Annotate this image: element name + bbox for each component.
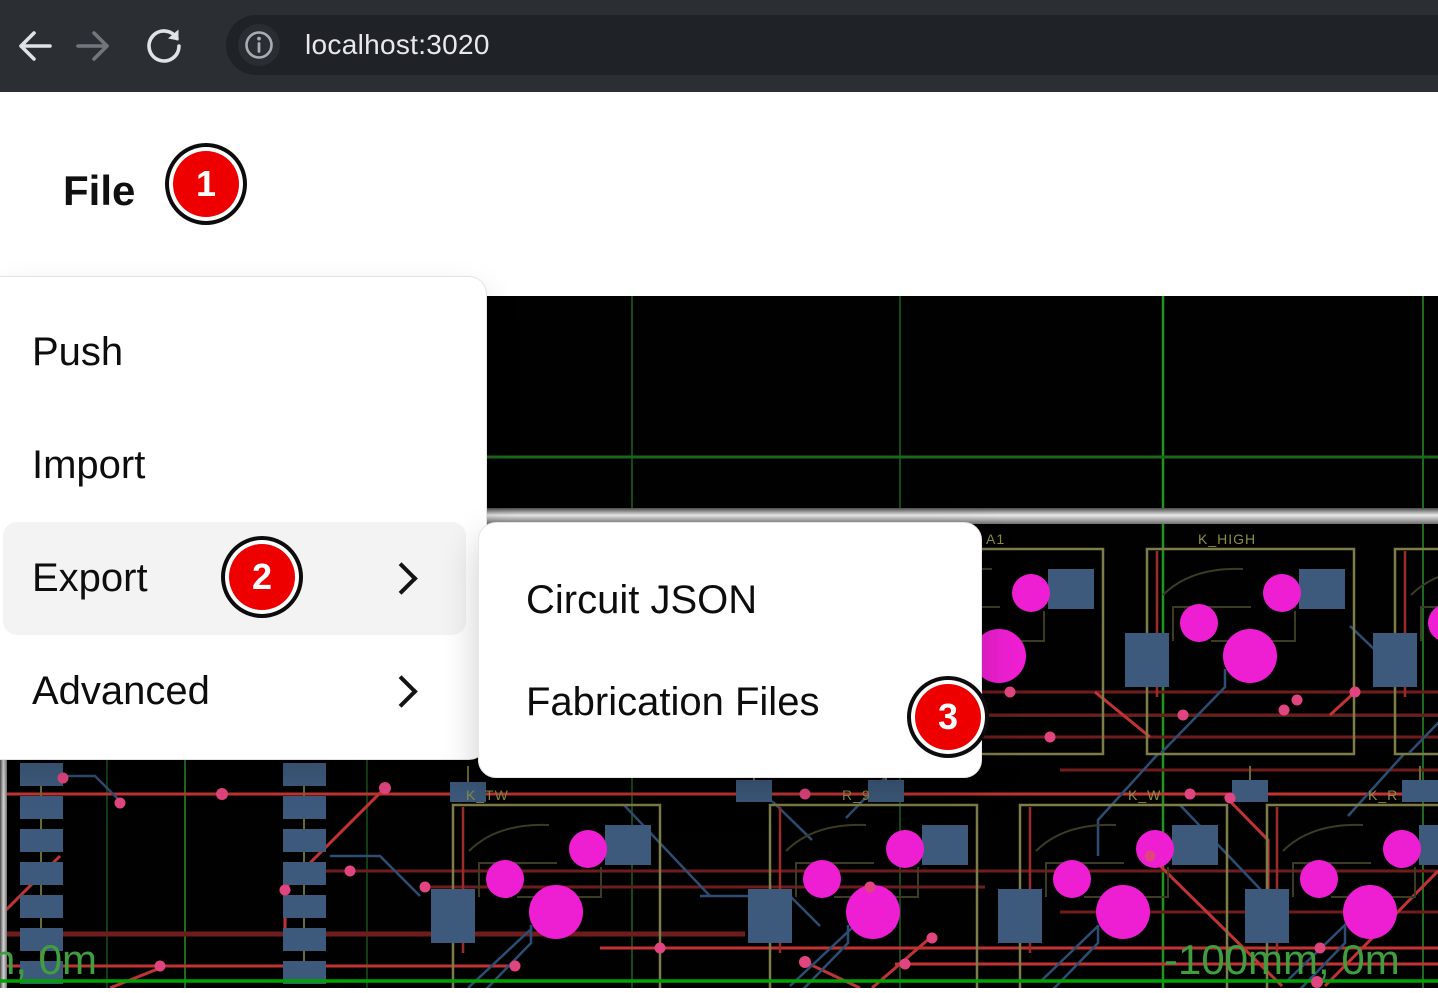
- menu-item-label: Export: [32, 556, 148, 601]
- footprint-label: R_9: [842, 787, 871, 803]
- footprint-label: K_W: [1128, 787, 1161, 803]
- footprint-label: K_HIGH: [1198, 531, 1256, 547]
- annotation-badge-1: 1: [173, 151, 239, 217]
- menu-item-label: Import: [32, 443, 145, 488]
- menu-item-push[interactable]: Push: [3, 296, 466, 409]
- menu-item-label: Push: [32, 330, 123, 375]
- back-button[interactable]: [8, 20, 60, 72]
- chevron-right-icon: [385, 675, 418, 708]
- submenu-item-circuit-json[interactable]: Circuit JSON: [479, 549, 981, 651]
- submenu-item-fabrication-files[interactable]: Fabrication Files: [479, 651, 981, 753]
- chevron-right-icon: [385, 562, 418, 595]
- submenu-item-label: Fabrication Files: [526, 680, 819, 725]
- url-text[interactable]: localhost:3020: [305, 29, 490, 61]
- site-info-button[interactable]: [238, 24, 280, 66]
- forward-button[interactable]: [68, 20, 120, 72]
- back-arrow-icon: [12, 24, 56, 68]
- export-submenu: Circuit JSON Fabrication Files: [478, 522, 982, 778]
- coordinate-label-left: n, 0m: [0, 936, 97, 983]
- menu-item-import[interactable]: Import: [3, 409, 466, 522]
- annotation-badge-2: 2: [229, 544, 295, 610]
- submenu-item-label: Circuit JSON: [526, 578, 757, 623]
- info-icon: [241, 27, 277, 63]
- footprint-label: K_TW: [466, 787, 509, 803]
- reload-icon: [142, 24, 186, 68]
- menu-item-advanced[interactable]: Advanced: [3, 635, 466, 748]
- menu-item-label: Advanced: [32, 669, 210, 714]
- footprint-label: A1: [986, 531, 1005, 547]
- file-menu-button[interactable]: File: [63, 162, 135, 220]
- browser-toolbar: localhost:3020: [0, 0, 1438, 92]
- address-bar[interactable]: localhost:3020: [226, 15, 1438, 75]
- footprint-label: K_R: [1368, 787, 1398, 803]
- annotation-badge-3: 3: [915, 684, 981, 750]
- reload-button[interactable]: [138, 20, 190, 72]
- coordinate-label-right: -100mm, 0m: [1164, 936, 1400, 983]
- file-dropdown-menu: Push Import Export Advanced: [0, 276, 487, 760]
- forward-arrow-icon: [72, 24, 116, 68]
